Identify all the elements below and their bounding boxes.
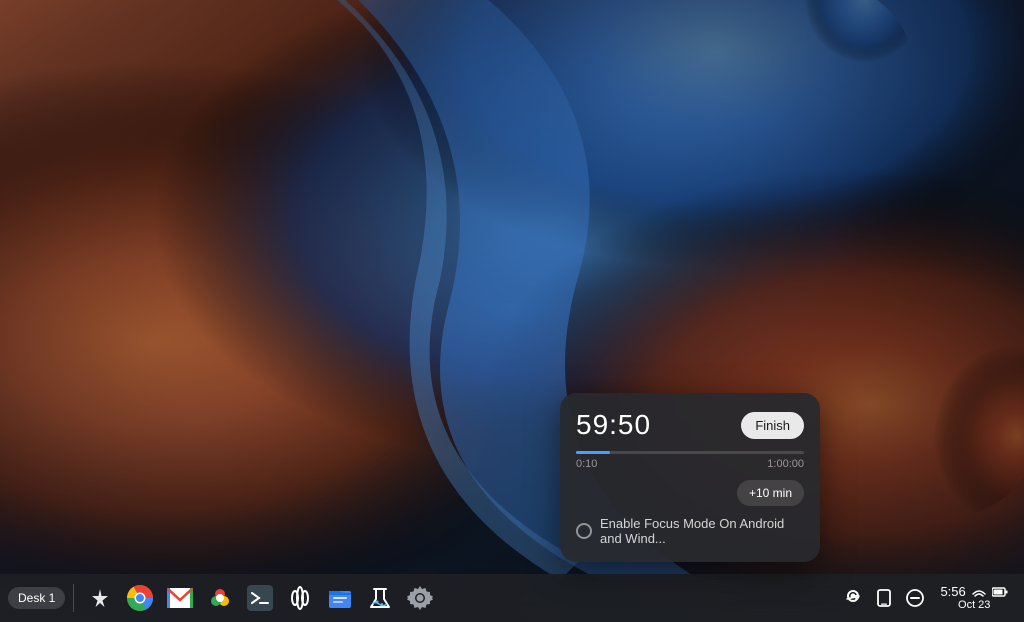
timer-start-label: 0:10 <box>576 458 597 470</box>
finish-button[interactable]: Finish <box>741 412 804 439</box>
system-tray: 5:56 Oct 23 <box>838 582 1016 615</box>
task-circle-icon <box>576 523 592 539</box>
chrome-icon[interactable] <box>122 580 158 616</box>
wallpaper <box>0 0 1024 622</box>
timer-progress-bar <box>576 451 804 454</box>
taskbar: Desk 1 <box>0 574 1024 622</box>
timer-progress-fill <box>576 451 610 454</box>
time-display: 5:56 <box>940 584 1008 600</box>
settings-icon[interactable] <box>402 580 438 616</box>
desk-pill[interactable]: Desk 1 <box>8 587 65 609</box>
launcher-icon[interactable] <box>82 580 118 616</box>
timer-task: Enable Focus Mode On Android and Wind... <box>576 516 804 546</box>
datetime-block[interactable]: 5:56 Oct 23 <box>932 582 1016 615</box>
taskbar-divider-1 <box>73 584 74 612</box>
date-display: Oct 23 <box>958 599 990 612</box>
timer-header: 59:50 Finish <box>576 409 804 441</box>
timer-widget: 59:50 Finish 0:10 1:00:00 +10 min Enable… <box>560 393 820 562</box>
wallpaper-svg <box>0 0 1024 622</box>
dnd-tray-button[interactable] <box>900 585 930 611</box>
add-time-button[interactable]: +10 min <box>737 480 804 506</box>
timer-controls: +10 min <box>576 480 804 506</box>
phone-tray-button[interactable] <box>870 585 898 611</box>
crostini-icon[interactable] <box>282 580 318 616</box>
lock-tray-button[interactable] <box>838 585 868 611</box>
time-value: 5:56 <box>940 584 965 599</box>
timer-display: 59:50 <box>576 409 651 441</box>
gmail-icon[interactable] <box>162 580 198 616</box>
files-icon[interactable] <box>322 580 358 616</box>
terminal-icon[interactable] <box>242 580 278 616</box>
timer-progress-labels: 0:10 1:00:00 <box>576 458 804 470</box>
photos-icon[interactable] <box>202 580 238 616</box>
timer-end-label: 1:00:00 <box>767 458 804 470</box>
lab-icon[interactable] <box>362 580 398 616</box>
task-label: Enable Focus Mode On Android and Wind... <box>600 516 804 546</box>
